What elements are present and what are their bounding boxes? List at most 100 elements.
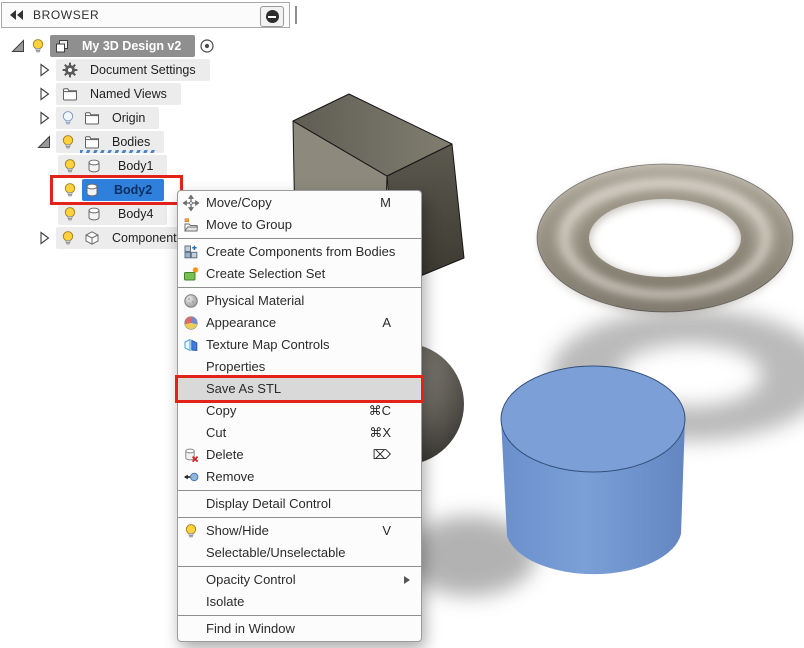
tree-selection-blue: Body2 [82, 179, 164, 201]
menu-item-texture-map-controls[interactable]: Texture Map Controls [178, 334, 421, 356]
bulb-on-icon[interactable] [60, 230, 76, 246]
tree-item-bodies[interactable]: Bodies [0, 130, 164, 154]
fusion360-window: { "browser_panel": { "header": { "title"… [0, 0, 804, 648]
bulb-on-icon[interactable] [60, 134, 76, 150]
menu-item-properties[interactable]: Properties [178, 356, 421, 378]
menu-item-label: Physical Material [206, 290, 304, 312]
menu-item-label: Cut [206, 422, 226, 444]
tri-collapsed-icon[interactable] [36, 110, 52, 126]
tree-item-body4[interactable]: Body4 [0, 202, 167, 226]
physical-material-icon [183, 293, 199, 309]
menu-item-shortcut: ⌘C [369, 400, 391, 422]
context-menu: Move/CopyMMove to Group Create Components… [177, 190, 422, 642]
folder-icon [84, 134, 100, 150]
create-components-icon [183, 244, 199, 260]
tree-row-bg: Body4 [58, 203, 167, 225]
tree-item-document-settings[interactable]: Document Settings [0, 58, 210, 82]
appearance-icon [183, 315, 199, 331]
cylinder-icon [86, 158, 102, 174]
menu-item-label: Create Components from Bodies [206, 241, 395, 263]
menu-item-label: Properties [206, 356, 265, 378]
tree-selection-gray: My 3D Design v2 [50, 35, 195, 57]
menu-item-physical-material[interactable]: Physical Material [178, 290, 421, 312]
menu-item-display-detail-control[interactable]: Display Detail Control [178, 493, 421, 515]
menu-item-label: Selectable/Unselectable [206, 542, 345, 564]
menu-item-copy[interactable]: Copy ⌘C [178, 400, 421, 422]
activate-component-radio[interactable] [199, 38, 215, 54]
texture-map-icon [183, 337, 199, 353]
tree-item-label: Component [112, 231, 177, 245]
bulb-icon [183, 523, 199, 539]
cylinder-body[interactable] [501, 366, 685, 574]
bulb-on-icon[interactable] [30, 38, 46, 54]
menu-item-move-copy[interactable]: Move/CopyM [178, 192, 421, 214]
tree-item-component[interactable]: Component [0, 226, 191, 250]
menu-item-show-hide[interactable]: Show/Hide V [178, 520, 421, 542]
gear-icon [62, 62, 78, 78]
menu-item-cut[interactable]: Cut ⌘X [178, 422, 421, 444]
tree-row-bg: Body1 [58, 155, 167, 177]
menu-item-shortcut: M [380, 192, 391, 214]
tree-item-label: My 3D Design v2 [82, 39, 181, 53]
bulb-on-icon[interactable] [62, 158, 78, 174]
menu-item-create-selection-set[interactable]: Create Selection Set [178, 263, 421, 285]
menu-item-appearance[interactable]: Appearance A [178, 312, 421, 334]
menu-item-remove[interactable]: Remove [178, 466, 421, 488]
tri-expanded-icon[interactable] [10, 38, 26, 54]
move-copy-icon [183, 195, 199, 211]
cylinder-icon [84, 182, 100, 198]
menu-item-shortcut: V [382, 520, 391, 542]
tree-item-label: Body1 [118, 159, 153, 173]
bulb-on-icon[interactable] [62, 206, 78, 222]
tree-item-origin[interactable]: Origin [0, 106, 159, 130]
tri-collapsed-icon[interactable] [36, 62, 52, 78]
menu-item-delete[interactable]: Delete ⌦ [178, 444, 421, 466]
tree-item-label: Bodies [112, 135, 150, 149]
create-selection-set-icon [183, 266, 199, 282]
component-group-icon [54, 38, 70, 54]
tree-item-label: Named Views [90, 87, 167, 101]
folder-icon [62, 86, 78, 102]
bulb-on-icon[interactable] [62, 182, 78, 198]
tri-collapsed-icon[interactable] [36, 230, 52, 246]
menu-item-label: Show/Hide [206, 520, 269, 542]
submenu-arrow-icon [404, 576, 410, 584]
menu-item-label: Find in Window [206, 618, 295, 640]
tree-item-body1[interactable]: Body1 [0, 154, 167, 178]
tree-item-root[interactable]: My 3D Design v2 [0, 34, 215, 58]
drag-target-dashes [80, 150, 156, 153]
menu-item-isolate[interactable]: Isolate [178, 591, 421, 613]
tree-row-bg: Document Settings [56, 59, 210, 81]
menu-item-move-to-group[interactable]: Move to Group [178, 214, 421, 236]
menu-item-shortcut: ⌘X [369, 422, 391, 444]
torus-body[interactable] [537, 164, 793, 312]
menu-item-label: Move to Group [206, 214, 292, 236]
bulb-off-icon[interactable] [60, 110, 76, 126]
tri-collapsed-icon[interactable] [36, 86, 52, 102]
menu-item-label: Delete [206, 444, 244, 466]
menu-item-label: Appearance [206, 312, 276, 334]
tri-expanded-icon[interactable] [36, 134, 52, 150]
tree-row-bg: Component [56, 227, 191, 249]
menu-item-label: Copy [206, 400, 236, 422]
menu-item-create-components-from-bodies[interactable]: Create Components from Bodies [178, 241, 421, 263]
tree-item-named-views[interactable]: Named Views [0, 82, 181, 106]
menu-item-label: Opacity Control [206, 569, 296, 591]
menu-item-shortcut: ⌦ [373, 444, 391, 466]
menu-item-shortcut: A [382, 312, 391, 334]
tree-item-label: Document Settings [90, 63, 196, 77]
menu-item-save-as-stl[interactable]: Save As STL [178, 378, 421, 400]
tree-item-body2[interactable]: Body2 [0, 178, 164, 202]
menu-item-selectable-unselectable[interactable]: Selectable/Unselectable [178, 542, 421, 564]
tree-row-bg: Origin [56, 107, 159, 129]
menu-item-opacity-control[interactable]: Opacity Control [178, 569, 421, 591]
menu-item-label: Remove [206, 466, 254, 488]
menu-item-label: Texture Map Controls [206, 334, 330, 356]
tree-item-label: Origin [112, 111, 145, 125]
menu-item-label: Display Detail Control [206, 493, 331, 515]
tree-row-bg: Named Views [56, 83, 181, 105]
menu-item-find-in-window[interactable]: Find in Window [178, 618, 421, 640]
menu-item-label: Save As STL [206, 378, 281, 400]
remove-icon [183, 469, 199, 485]
menu-item-label: Isolate [206, 591, 244, 613]
